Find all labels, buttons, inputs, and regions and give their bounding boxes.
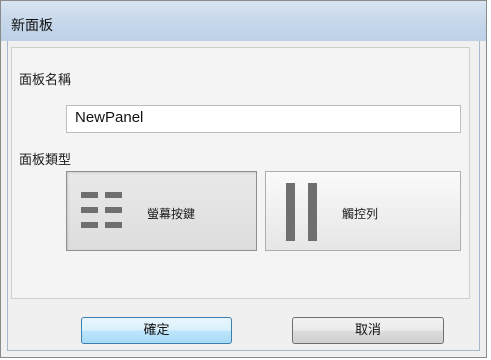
touch-strip-label: 觸控列 — [342, 207, 379, 221]
panel-name-input[interactable]: NewPanel — [66, 105, 461, 133]
title-bar[interactable]: 新面板 — [1, 1, 486, 41]
screen-keys-type-button[interactable]: 螢幕按鍵 — [66, 171, 257, 251]
ok-button[interactable]: 確定 — [81, 317, 232, 344]
window-title: 新面板 — [11, 18, 53, 34]
panel-settings-area: 面板名稱 NewPanel 面板類型 螢幕按鍵 觸控列 — [11, 47, 470, 299]
screen-keys-label: 螢幕按鍵 — [147, 207, 196, 221]
cancel-button[interactable]: 取消 — [292, 317, 444, 344]
touch-strip-icon — [286, 183, 317, 241]
panel-name-label: 面板名稱 — [19, 73, 72, 88]
dialog-body: 面板名稱 NewPanel 面板類型 螢幕按鍵 觸控列 確定 取消 — [7, 41, 480, 351]
new-panel-dialog: 新面板 面板名稱 NewPanel 面板類型 螢幕按鍵 觸控列 確定 取消 — [0, 0, 487, 358]
key-grid-icon — [81, 192, 122, 228]
panel-type-label: 面板類型 — [19, 153, 72, 168]
touch-strip-type-button[interactable]: 觸控列 — [265, 171, 461, 251]
